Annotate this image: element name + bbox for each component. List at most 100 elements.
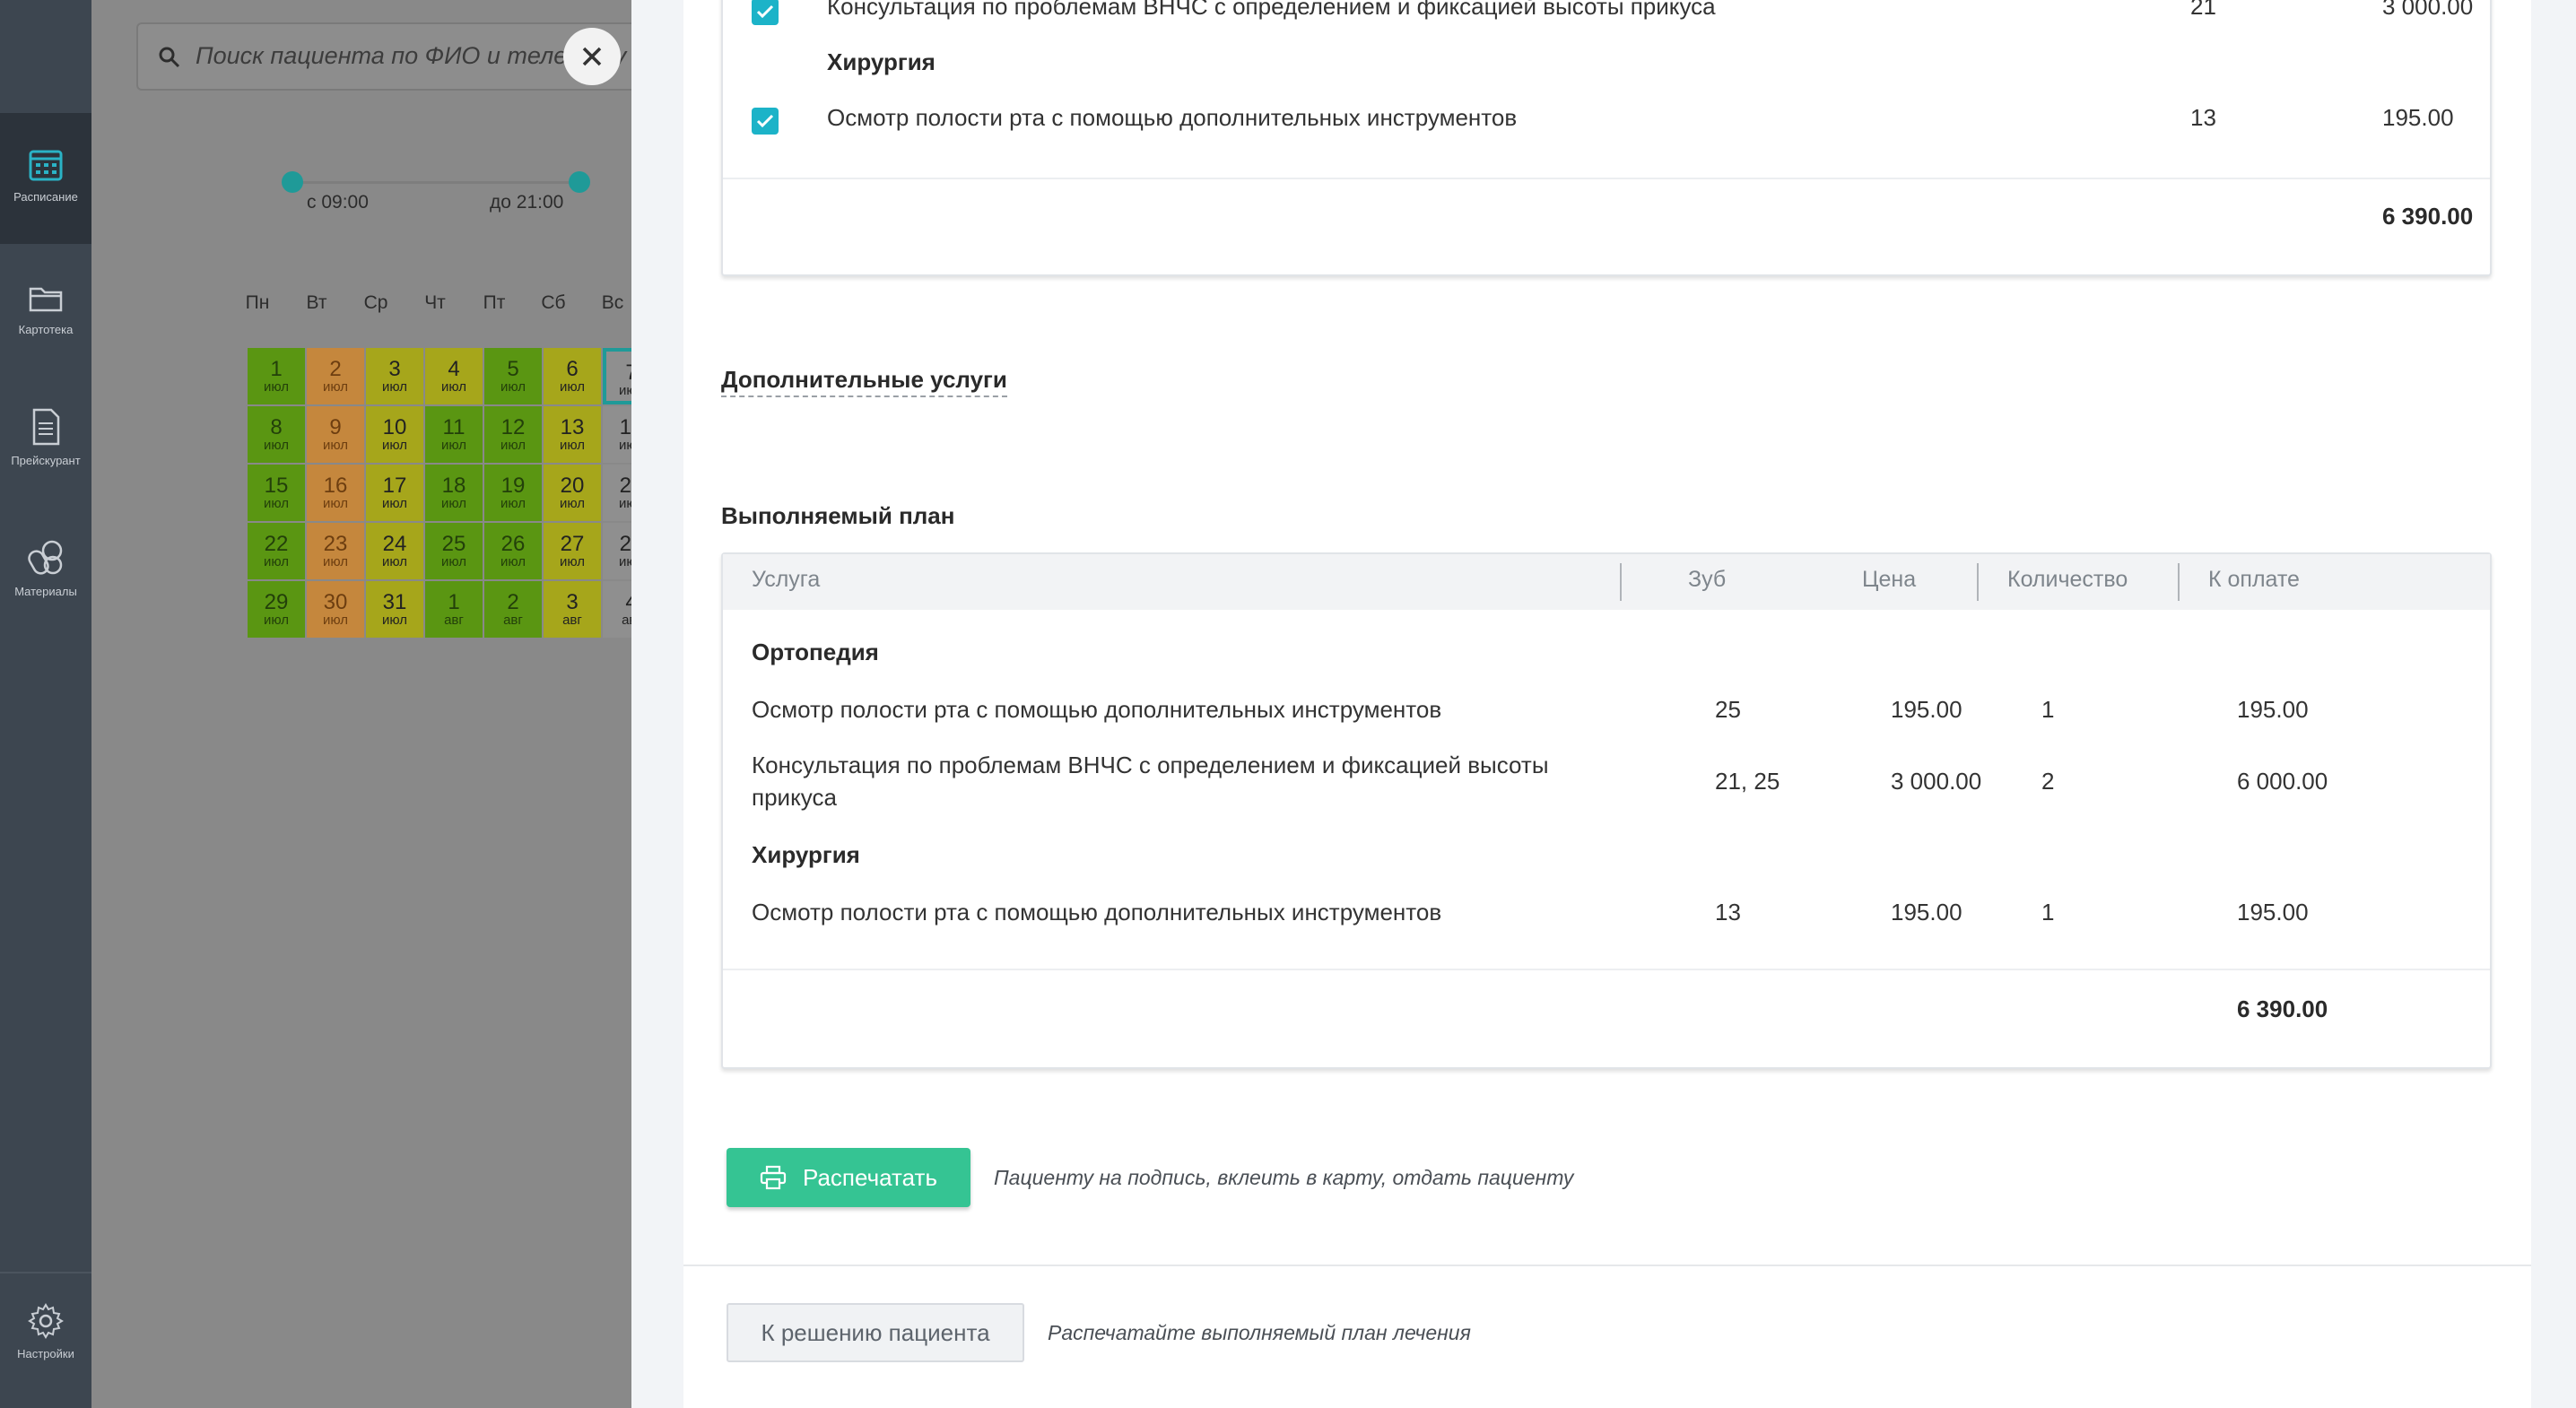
day-month: июл	[263, 438, 290, 453]
day-month: авг	[622, 613, 631, 628]
day-month: июл	[381, 554, 408, 569]
calendar-day[interactable]: 9 июл	[307, 406, 364, 463]
day-number: 19	[500, 474, 526, 498]
row-quantity: 2	[2041, 768, 2055, 795]
nav-label: Картотека	[18, 323, 74, 336]
footer-divider	[683, 1265, 2531, 1266]
day-month: июл	[440, 554, 467, 569]
to-patient-decision-button[interactable]: К решению пациента	[727, 1303, 1024, 1362]
calendar-day[interactable]: 7июл	[603, 348, 631, 404]
calendar-day[interactable]: 2 авг	[484, 581, 542, 638]
day-month: июл	[440, 496, 467, 511]
calendar-day[interactable]: 19 июл	[484, 465, 542, 521]
day-month: авг	[444, 613, 464, 628]
row-tooth: 13	[1715, 899, 1741, 926]
check-icon	[756, 4, 774, 19]
search-placeholder: Поиск пациента по ФИО и телефону	[196, 42, 627, 69]
calendar-day[interactable]: 2 июл	[307, 348, 364, 404]
day-number: 8	[270, 415, 283, 439]
calendar-day[interactable]: 4 июл	[425, 348, 483, 404]
calendar-day[interactable]: 31 июл	[366, 581, 423, 638]
time-to-label: до 21:00	[490, 192, 564, 213]
day-month: июл	[618, 383, 631, 398]
service-checkbox[interactable]	[752, 0, 779, 25]
time-to-handle[interactable]	[569, 171, 590, 193]
weekday-label: Ср	[363, 292, 388, 313]
executed-plan-title: Выполняемый план	[721, 502, 955, 529]
calendar-day[interactable]: 6 июл	[544, 348, 601, 404]
day-month: июл	[500, 496, 527, 511]
print-button-label: Распечатать	[802, 1163, 937, 1191]
day-number: 24	[382, 532, 407, 556]
day-month: июл	[559, 496, 586, 511]
calendar-day[interactable]: 1 авг	[425, 581, 483, 638]
calendar-day[interactable]: 22 июл	[248, 523, 305, 579]
calendar-day[interactable]: 15 июл	[248, 465, 305, 521]
row-service-continued: прикуса	[752, 784, 837, 811]
calendar-day[interactable]: 30 июл	[307, 581, 364, 638]
calendar-day[interactable]: 3 авг	[544, 581, 601, 638]
calendar-day[interactable]: 14июл	[603, 406, 631, 463]
print-button[interactable]: Распечатать	[727, 1148, 970, 1207]
time-from-handle[interactable]	[282, 171, 303, 193]
row-price: 195.00	[1891, 696, 1962, 723]
day-number: 3	[388, 357, 401, 381]
calendar-day[interactable]: 18 июл	[425, 465, 483, 521]
calendar-day[interactable]: 16 июл	[307, 465, 364, 521]
group-title: Хирургия	[827, 48, 936, 75]
calendar-day[interactable]: 13 июл	[544, 406, 601, 463]
day-number: 1	[270, 357, 283, 381]
calendar-day[interactable]: 12 июл	[484, 406, 542, 463]
row-price: 195.00	[1891, 899, 1962, 926]
folder-icon	[29, 287, 63, 312]
day-month: июл	[381, 613, 408, 628]
patient-search-input[interactable]: Поиск пациента по ФИО и телефону	[136, 22, 631, 91]
calendar-day[interactable]: 1 июл	[248, 348, 305, 404]
calendar-day[interactable]: 29 июл	[248, 581, 305, 638]
calendar-day[interactable]: 21июл	[603, 465, 631, 521]
weekday-label: Пн	[245, 292, 270, 313]
calendar-day[interactable]: 27 июл	[544, 523, 601, 579]
service-tooth: 21	[2190, 0, 2216, 20]
calendar-day[interactable]: 23 июл	[307, 523, 364, 579]
left-nav: Расписание Картотека Прейскурант Материа…	[0, 0, 91, 1408]
nav-item-pricelist[interactable]: Прейскурант	[0, 375, 91, 506]
calendar-day[interactable]: 5 июл	[484, 348, 542, 404]
day-number: 16	[323, 474, 348, 498]
table-header: Услуга Зуб Цена Количество К оплате	[723, 554, 2490, 610]
calendar-day[interactable]: 4авг	[603, 581, 631, 638]
day-number: 5	[507, 357, 519, 381]
calendar-day[interactable]: 24 июл	[366, 523, 423, 579]
close-icon	[582, 47, 602, 66]
additional-services-link[interactable]: Дополнительные услуги	[721, 366, 1007, 397]
nav-item-materials[interactable]: Материалы	[0, 506, 91, 637]
calendar-day[interactable]: 17 июл	[366, 465, 423, 521]
day-number: 28	[619, 532, 631, 556]
calendar-day[interactable]: 20 июл	[544, 465, 601, 521]
calendar-day[interactable]: 28июл	[603, 523, 631, 579]
service-checkbox[interactable]	[752, 108, 779, 135]
col-quantity: Количество	[2007, 567, 2128, 592]
service-tooth: 13	[2190, 104, 2216, 131]
calendar-day[interactable]: 8 июл	[248, 406, 305, 463]
nav-label: Настройки	[17, 1347, 74, 1360]
day-month: июл	[500, 379, 527, 395]
row-quantity: 1	[2041, 696, 2055, 723]
nav-item-cards[interactable]: Картотека	[0, 244, 91, 375]
calendar-day[interactable]: 11 июл	[425, 406, 483, 463]
day-month: июл	[559, 438, 586, 453]
row-service: Осмотр полости рта с помощью дополнитель…	[752, 696, 1442, 723]
nav-item-schedule[interactable]: Расписание	[0, 113, 91, 244]
calendar-day[interactable]: 3 июл	[366, 348, 423, 404]
weekday-label: Чт	[424, 292, 446, 313]
calendar-day[interactable]: 25 июл	[425, 523, 483, 579]
decision-hint: Распечатайте выполняемый план лечения	[1048, 1321, 1471, 1344]
calendar-day[interactable]: 10 июл	[366, 406, 423, 463]
calendar-day[interactable]: 26 июл	[484, 523, 542, 579]
row-tooth: 25	[1715, 696, 1741, 723]
nav-item-settings[interactable]: Настройки	[0, 1277, 91, 1408]
close-modal-button[interactable]	[563, 28, 621, 85]
day-number: 14	[619, 415, 631, 439]
day-number: 1	[448, 590, 460, 614]
day-number: 11	[442, 415, 466, 439]
